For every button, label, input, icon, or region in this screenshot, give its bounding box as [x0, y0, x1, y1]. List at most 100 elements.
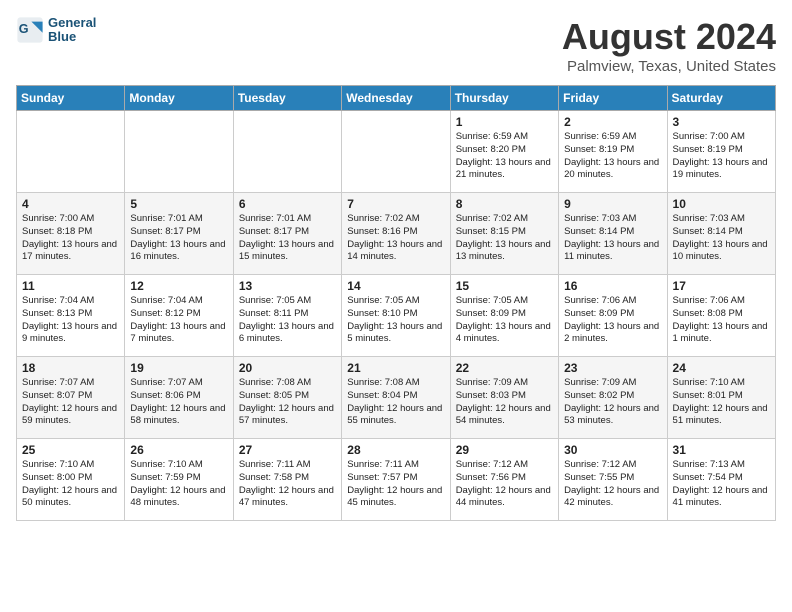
- calendar-cell: 20Sunrise: 7:08 AM Sunset: 8:05 PM Dayli…: [233, 357, 341, 439]
- calendar-cell: 16Sunrise: 7:06 AM Sunset: 8:09 PM Dayli…: [559, 275, 667, 357]
- calendar-cell: 27 Sunrise: 7:11 AM Sunset: 7:58 PM Dayli…: [233, 439, 341, 521]
- day-number: 16: [564, 279, 661, 293]
- calendar-week: 25 Sunrise: 7:10 AM Sunset: 8:00 PM Dayli…: [17, 439, 776, 521]
- day-number: 6: [239, 197, 336, 211]
- calendar-week: 11Sunrise: 7:04 AM Sunset: 8:13 PM Dayli…: [17, 275, 776, 357]
- calendar-week: 18Sunrise: 7:07 AM Sunset: 8:07 PM Dayli…: [17, 357, 776, 439]
- day-number: 12: [130, 279, 227, 293]
- cell-info: Sunrise: 7:00 AM Sunset: 8:18 PM Dayligh…: [22, 213, 119, 264]
- calendar-cell: 12 Sunrise: 7:04 AM Sunset: 8:12 PM Dayli…: [125, 275, 233, 357]
- cell-info: Sunrise: 7:03 AM Sunset: 8:14 PM Dayligh…: [673, 213, 770, 264]
- cell-info: Sunrise: 7:02 AM Sunset: 8:16 PM Dayligh…: [347, 213, 444, 264]
- day-number: 27: [239, 443, 336, 457]
- cell-info: Sunrise: 7:03 AM Sunset: 8:14 PM Dayligh…: [564, 213, 661, 264]
- day-number: 5: [130, 197, 227, 211]
- calendar-cell: 30Sunrise: 7:12 AM Sunset: 7:55 PM Dayli…: [559, 439, 667, 521]
- calendar-week: 4Sunrise: 7:00 AM Sunset: 8:18 PM Daylig…: [17, 193, 776, 275]
- cell-info: Sunrise: 7:09 AM Sunset: 8:02 PM Dayligh…: [564, 377, 661, 428]
- cell-info: Sunrise: 7:13 AM Sunset: 7:54 PM Dayligh…: [673, 459, 770, 510]
- cell-info: Sunrise: 6:59 AM Sunset: 8:20 PM Dayligh…: [456, 131, 553, 182]
- cell-info: Sunrise: 7:07 AM Sunset: 8:06 PM Dayligh…: [130, 377, 227, 428]
- calendar-cell: 9 Sunrise: 7:03 AM Sunset: 8:14 PM Daylig…: [559, 193, 667, 275]
- calendar-cell: 26 Sunrise: 7:10 AM Sunset: 7:59 PM Dayli…: [125, 439, 233, 521]
- calendar-cell: [17, 111, 125, 193]
- logo-line1: General: [48, 16, 96, 30]
- calendar-cell: 5 Sunrise: 7:01 AM Sunset: 8:17 PM Daylig…: [125, 193, 233, 275]
- day-number: 2: [564, 115, 661, 129]
- calendar-cell: [233, 111, 341, 193]
- calendar-cell: 17 Sunrise: 7:06 AM Sunset: 8:08 PM Dayli…: [667, 275, 775, 357]
- location: Palmview, Texas, United States: [562, 58, 776, 75]
- cell-info: Sunrise: 7:10 AM Sunset: 8:00 PM Dayligh…: [22, 459, 119, 510]
- cell-info: Sunrise: 7:11 AM Sunset: 7:58 PM Dayligh…: [239, 459, 336, 510]
- cell-info: Sunrise: 7:08 AM Sunset: 8:04 PM Dayligh…: [347, 377, 444, 428]
- cell-info: Sunrise: 7:04 AM Sunset: 8:12 PM Dayligh…: [130, 295, 227, 346]
- day-number: 20: [239, 361, 336, 375]
- cell-info: Sunrise: 7:12 AM Sunset: 7:56 PM Dayligh…: [456, 459, 553, 510]
- calendar-cell: 8Sunrise: 7:02 AM Sunset: 8:15 PM Daylig…: [450, 193, 558, 275]
- cell-info: Sunrise: 7:07 AM Sunset: 8:07 PM Dayligh…: [22, 377, 119, 428]
- weekday-header: Sunday: [17, 86, 125, 111]
- day-number: 11: [22, 279, 119, 293]
- calendar-cell: 3Sunrise: 7:00 AM Sunset: 8:19 PM Daylig…: [667, 111, 775, 193]
- cell-info: Sunrise: 7:01 AM Sunset: 8:17 PM Dayligh…: [130, 213, 227, 264]
- calendar-cell: 15 Sunrise: 7:05 AM Sunset: 8:09 PM Dayli…: [450, 275, 558, 357]
- weekday-header: Thursday: [450, 86, 558, 111]
- calendar-cell: [125, 111, 233, 193]
- cell-info: Sunrise: 7:10 AM Sunset: 7:59 PM Dayligh…: [130, 459, 227, 510]
- month-title: August 2024: [562, 16, 776, 58]
- cell-info: Sunrise: 7:05 AM Sunset: 8:11 PM Dayligh…: [239, 295, 336, 346]
- day-number: 9: [564, 197, 661, 211]
- calendar-cell: 1 Sunrise: 6:59 AM Sunset: 8:20 PM Daylig…: [450, 111, 558, 193]
- day-number: 19: [130, 361, 227, 375]
- calendar-cell: 13 Sunrise: 7:05 AM Sunset: 8:11 PM Dayli…: [233, 275, 341, 357]
- day-number: 17: [673, 279, 770, 293]
- calendar-cell: 14 Sunrise: 7:05 AM Sunset: 8:10 PM Dayli…: [342, 275, 450, 357]
- cell-info: Sunrise: 6:59 AM Sunset: 8:19 PM Dayligh…: [564, 131, 661, 182]
- logo-line2: Blue: [48, 30, 96, 44]
- weekday-header: Saturday: [667, 86, 775, 111]
- day-number: 21: [347, 361, 444, 375]
- day-number: 29: [456, 443, 553, 457]
- logo-text: General Blue: [48, 16, 96, 45]
- logo-icon: G: [16, 16, 44, 44]
- cell-info: Sunrise: 7:06 AM Sunset: 8:08 PM Dayligh…: [673, 295, 770, 346]
- weekday-header: Wednesday: [342, 86, 450, 111]
- day-number: 1: [456, 115, 553, 129]
- calendar-cell: [342, 111, 450, 193]
- calendar-cell: 4Sunrise: 7:00 AM Sunset: 8:18 PM Daylig…: [17, 193, 125, 275]
- svg-text:G: G: [19, 22, 29, 36]
- calendar-cell: 2 Sunrise: 6:59 AM Sunset: 8:19 PM Daylig…: [559, 111, 667, 193]
- cell-info: Sunrise: 7:05 AM Sunset: 8:10 PM Dayligh…: [347, 295, 444, 346]
- calendar-cell: 11Sunrise: 7:04 AM Sunset: 8:13 PM Dayli…: [17, 275, 125, 357]
- title-block: August 2024 Palmview, Texas, United Stat…: [562, 16, 776, 75]
- cell-info: Sunrise: 7:11 AM Sunset: 7:57 PM Dayligh…: [347, 459, 444, 510]
- day-number: 26: [130, 443, 227, 457]
- weekday-header: Friday: [559, 86, 667, 111]
- day-number: 28: [347, 443, 444, 457]
- calendar-cell: 7 Sunrise: 7:02 AM Sunset: 8:16 PM Daylig…: [342, 193, 450, 275]
- calendar-cell: 24Sunrise: 7:10 AM Sunset: 8:01 PM Dayli…: [667, 357, 775, 439]
- day-number: 23: [564, 361, 661, 375]
- day-number: 7: [347, 197, 444, 211]
- day-number: 10: [673, 197, 770, 211]
- calendar-cell: 6 Sunrise: 7:01 AM Sunset: 8:17 PM Daylig…: [233, 193, 341, 275]
- calendar-cell: 19 Sunrise: 7:07 AM Sunset: 8:06 PM Dayli…: [125, 357, 233, 439]
- calendar-cell: 21 Sunrise: 7:08 AM Sunset: 8:04 PM Dayli…: [342, 357, 450, 439]
- weekday-header: Monday: [125, 86, 233, 111]
- cell-info: Sunrise: 7:05 AM Sunset: 8:09 PM Dayligh…: [456, 295, 553, 346]
- day-number: 25: [22, 443, 119, 457]
- weekday-row: SundayMondayTuesdayWednesdayThursdayFrid…: [17, 86, 776, 111]
- day-number: 14: [347, 279, 444, 293]
- weekday-header: Tuesday: [233, 86, 341, 111]
- calendar-table: SundayMondayTuesdayWednesdayThursdayFrid…: [16, 85, 776, 521]
- cell-info: Sunrise: 7:02 AM Sunset: 8:15 PM Dayligh…: [456, 213, 553, 264]
- day-number: 24: [673, 361, 770, 375]
- calendar-cell: 25 Sunrise: 7:10 AM Sunset: 8:00 PM Dayli…: [17, 439, 125, 521]
- calendar-body: 1 Sunrise: 6:59 AM Sunset: 8:20 PM Daylig…: [17, 111, 776, 521]
- day-number: 13: [239, 279, 336, 293]
- cell-info: Sunrise: 7:01 AM Sunset: 8:17 PM Dayligh…: [239, 213, 336, 264]
- calendar-cell: 10 Sunrise: 7:03 AM Sunset: 8:14 PM Dayli…: [667, 193, 775, 275]
- logo: G General Blue: [16, 16, 96, 45]
- day-number: 15: [456, 279, 553, 293]
